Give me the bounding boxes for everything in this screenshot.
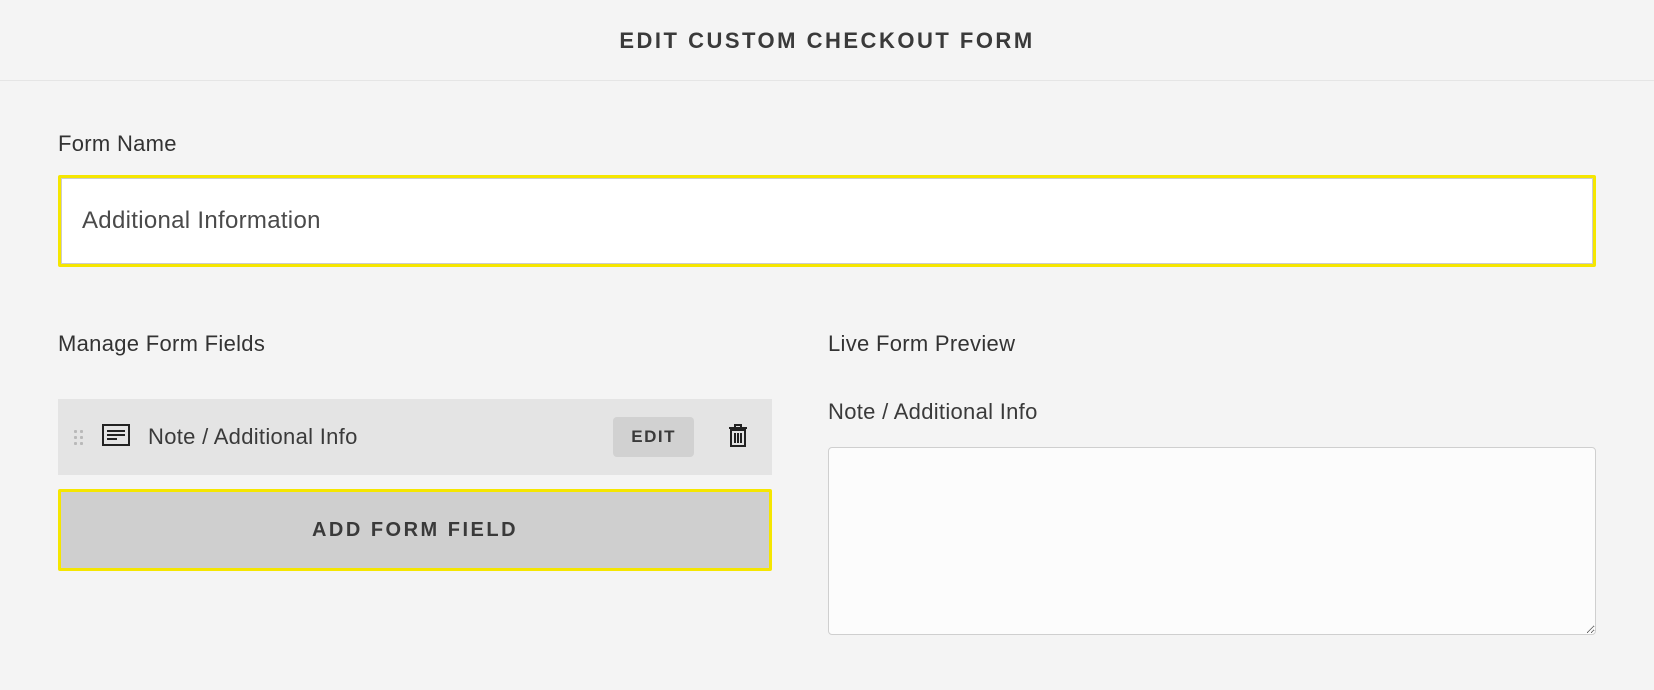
add-form-field-button[interactable]: ADD FORM FIELD [61, 492, 769, 568]
form-name-label: Form Name [58, 131, 1596, 157]
form-name-highlight [58, 175, 1596, 267]
textarea-field-icon [102, 424, 130, 451]
add-field-highlight: ADD FORM FIELD [58, 489, 772, 571]
edit-field-button[interactable]: EDIT [613, 417, 694, 457]
live-preview-heading: Live Form Preview [828, 331, 1596, 357]
manage-fields-column: Manage Form Fields [58, 331, 772, 571]
manage-fields-heading: Manage Form Fields [58, 331, 772, 357]
form-name-input[interactable] [61, 178, 1593, 264]
modal-title: EDIT CUSTOM CHECKOUT FORM [0, 28, 1654, 54]
modal-header: EDIT CUSTOM CHECKOUT FORM [0, 0, 1654, 81]
preview-field-label: Note / Additional Info [828, 399, 1596, 425]
modal-body: Form Name Manage Form Fields [0, 81, 1654, 680]
field-row: Note / Additional Info EDIT [58, 399, 772, 475]
preview-textarea[interactable] [828, 447, 1596, 635]
trash-icon [728, 436, 748, 451]
field-label: Note / Additional Info [148, 424, 595, 450]
live-preview-column: Live Form Preview Note / Additional Info [828, 331, 1596, 640]
delete-field-button[interactable] [724, 420, 752, 455]
drag-handle-icon[interactable] [74, 430, 84, 445]
